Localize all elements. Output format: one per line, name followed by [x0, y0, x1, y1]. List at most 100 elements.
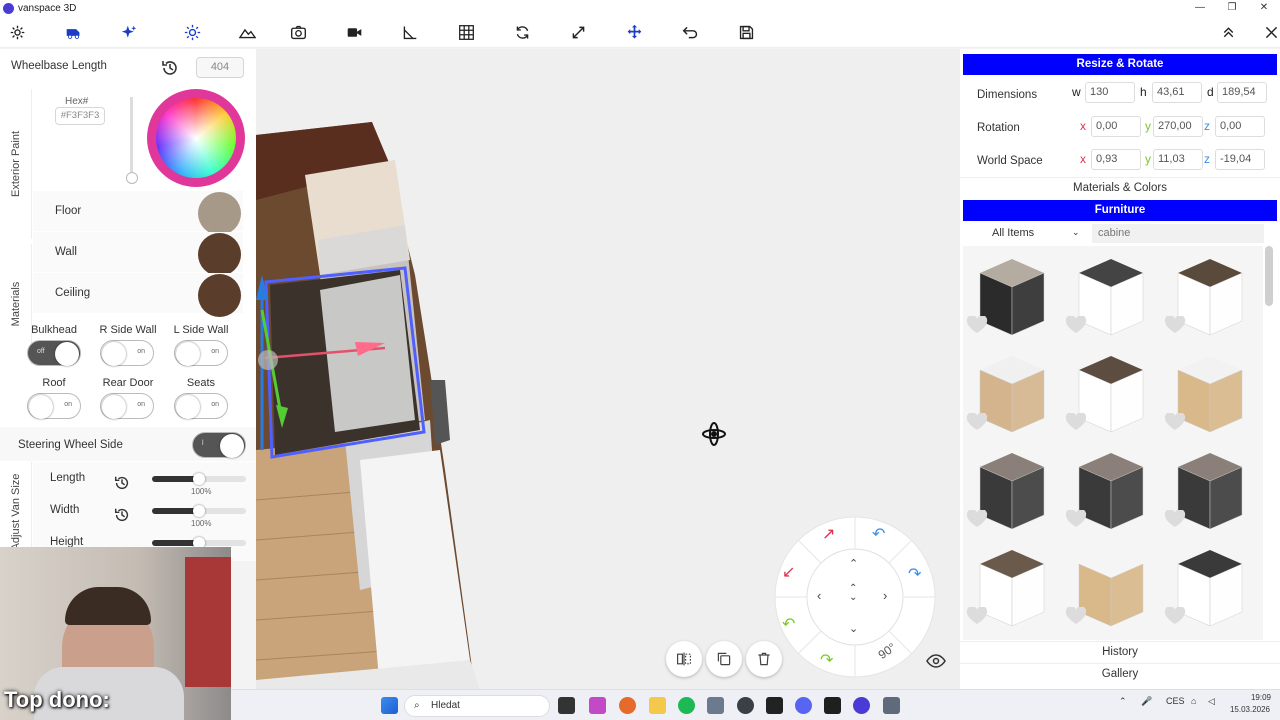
rotate-y-plus-icon[interactable]: ↶ — [782, 614, 795, 634]
dimension-h-input[interactable]: 43,61 — [1152, 82, 1202, 103]
furniture-item[interactable] — [1062, 537, 1160, 635]
tab-materials[interactable]: Materials — [0, 244, 32, 364]
material-wall[interactable]: Wall — [33, 232, 243, 276]
history-tab[interactable]: History — [960, 641, 1280, 661]
category-select[interactable]: All Items ⌄ — [992, 227, 1080, 239]
material-floor[interactable]: Floor — [33, 191, 243, 235]
height-slider[interactable] — [152, 537, 246, 549]
furniture-item[interactable] — [963, 343, 1061, 441]
rotation-z-input[interactable]: 0,00 — [1215, 116, 1265, 137]
gallery-tab[interactable]: Gallery — [960, 663, 1280, 683]
camera-icon[interactable] — [286, 20, 310, 44]
network-icon[interactable]: ⌂ — [1191, 696, 1196, 706]
seats-toggle[interactable]: on — [174, 393, 228, 419]
rotate-z-minus-icon[interactable]: ↷ — [908, 564, 921, 584]
wheelbase-input[interactable]: 404 — [196, 57, 244, 78]
collapse-up-icon[interactable] — [1216, 20, 1240, 44]
hex-input[interactable]: #F3F3F3 — [55, 107, 105, 125]
move-right-icon[interactable]: › — [883, 588, 887, 603]
length-slider[interactable] — [152, 473, 246, 485]
furniture-search-input[interactable]: cabine — [1092, 224, 1264, 243]
steering-toggle[interactable]: l — [192, 432, 246, 458]
discord-icon[interactable] — [795, 697, 812, 714]
rotate-x-plus-icon[interactable]: ↗ — [822, 524, 835, 544]
furniture-item[interactable] — [1161, 246, 1259, 344]
favorite-heart-icon[interactable] — [1065, 315, 1087, 334]
van-icon[interactable] — [61, 20, 85, 44]
window-close-button[interactable]: ✕ — [1248, 0, 1280, 16]
save-icon[interactable] — [734, 20, 758, 44]
rear-door-toggle[interactable]: on — [100, 393, 154, 419]
dimension-d-input[interactable]: 189,54 — [1217, 82, 1267, 103]
favorite-heart-icon[interactable] — [1065, 509, 1087, 528]
bulkhead-toggle[interactable]: off — [27, 340, 81, 366]
favorite-heart-icon[interactable] — [1164, 606, 1186, 625]
file-explorer-icon[interactable] — [649, 697, 666, 714]
mic-icon[interactable]: 🎤 — [1141, 696, 1152, 707]
mirror-button[interactable] — [666, 641, 702, 677]
minimize-button[interactable]: — — [1184, 0, 1216, 16]
move-up-icon[interactable]: ⌃ — [849, 557, 858, 570]
rotation-x-input[interactable]: 0,00 — [1091, 116, 1141, 137]
material-ceiling[interactable]: Ceiling — [33, 273, 243, 317]
floor-swatch[interactable] — [198, 192, 241, 235]
favorite-heart-icon[interactable] — [1164, 412, 1186, 431]
favorite-heart-icon[interactable] — [966, 315, 988, 334]
favorite-heart-icon[interactable] — [966, 509, 988, 528]
sun-icon[interactable] — [180, 20, 204, 44]
spotify-icon[interactable] — [678, 697, 695, 714]
capcut-icon[interactable] — [766, 697, 783, 714]
settings-taskbar-icon[interactable] — [883, 697, 900, 714]
furniture-scrollbar[interactable] — [1265, 246, 1273, 306]
furniture-item[interactable] — [963, 440, 1061, 538]
world-z-input[interactable]: -19,04 — [1215, 149, 1265, 170]
task-view-icon[interactable] — [558, 697, 575, 714]
calculator-icon[interactable] — [707, 697, 724, 714]
l-side-wall-toggle[interactable]: on — [174, 340, 228, 366]
favorite-heart-icon[interactable] — [1065, 412, 1087, 431]
eye-icon[interactable] — [926, 654, 946, 670]
dimension-w-input[interactable]: 130 — [1085, 82, 1135, 103]
move-icon[interactable] — [622, 20, 646, 44]
start-icon[interactable] — [381, 697, 398, 714]
width-reset-icon[interactable] — [113, 506, 131, 524]
video-icon[interactable] — [342, 20, 366, 44]
width-slider[interactable] — [152, 505, 246, 517]
wall-swatch[interactable] — [198, 233, 241, 276]
taskbar-search[interactable]: ⌕ Hledat — [404, 695, 550, 717]
world-y-input[interactable]: 11,03 — [1153, 149, 1203, 170]
volume-icon[interactable]: ◁ — [1208, 696, 1215, 707]
roof-toggle[interactable]: on — [27, 393, 81, 419]
favorite-heart-icon[interactable] — [966, 606, 988, 625]
furniture-item[interactable] — [1161, 440, 1259, 538]
tab-exterior-paint[interactable]: Exterior Paint — [0, 89, 32, 239]
favorite-heart-icon[interactable] — [966, 412, 988, 431]
clock-time[interactable]: 19:09 — [1231, 693, 1271, 702]
duplicate-button[interactable] — [706, 641, 742, 677]
world-x-input[interactable]: 0,93 — [1091, 149, 1141, 170]
rotate-z-plus-icon[interactable]: ↶ — [872, 524, 885, 544]
expand-icon[interactable] — [566, 20, 590, 44]
favorite-heart-icon[interactable] — [1065, 606, 1087, 625]
favorite-heart-icon[interactable] — [1164, 315, 1186, 334]
furniture-item[interactable] — [1161, 343, 1259, 441]
furniture-item[interactable] — [963, 537, 1061, 635]
ceiling-swatch[interactable] — [198, 274, 241, 317]
favorite-heart-icon[interactable] — [1164, 509, 1186, 528]
furniture-item[interactable] — [1062, 440, 1160, 538]
elevation-icon[interactable]: ⌃ ⌄ — [849, 584, 857, 603]
vanspace-taskbar-icon[interactable] — [853, 697, 870, 714]
move-left-icon[interactable]: ‹ — [817, 588, 821, 603]
gear-icon[interactable] — [5, 20, 29, 44]
furniture-item[interactable] — [1062, 343, 1160, 441]
unity-icon[interactable] — [824, 697, 841, 714]
furniture-item[interactable] — [1062, 246, 1160, 344]
undo-icon[interactable] — [678, 20, 702, 44]
furniture-item[interactable] — [963, 246, 1061, 344]
tray-chevron-icon[interactable]: ⌃ — [1119, 696, 1127, 707]
obs-icon[interactable] — [737, 697, 754, 714]
furniture-item[interactable] — [1161, 537, 1259, 635]
language-indicator[interactable]: CES — [1166, 696, 1185, 706]
sparkle-icon[interactable] — [117, 20, 141, 44]
app-snip-icon[interactable] — [589, 697, 606, 714]
